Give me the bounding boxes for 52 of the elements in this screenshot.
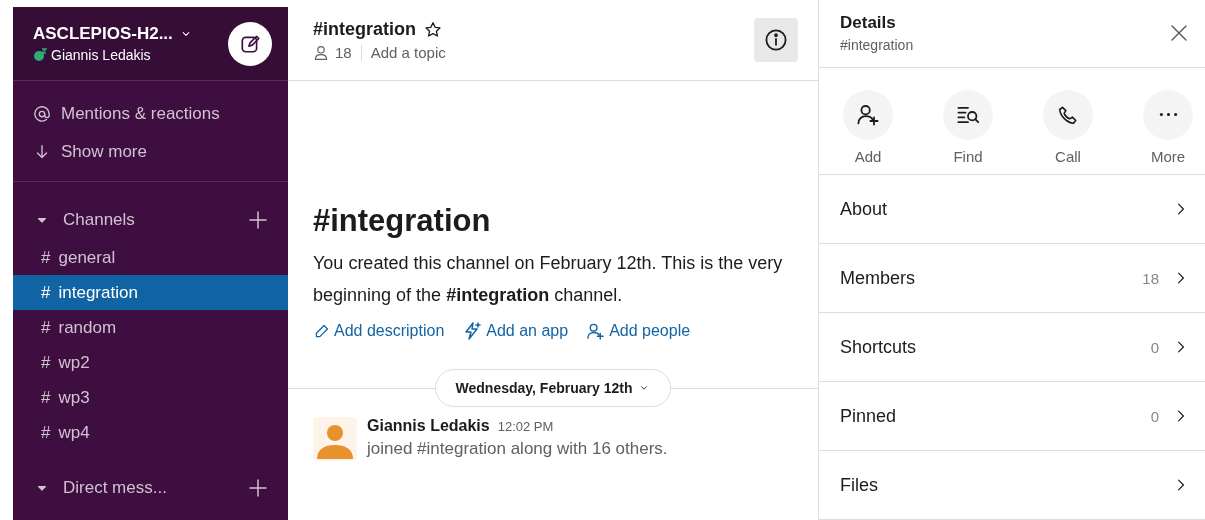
- more-icon: [1158, 112, 1178, 118]
- row-count: 0: [1150, 407, 1159, 425]
- details-channel: #integration: [840, 37, 914, 54]
- person-icon: [313, 44, 329, 61]
- channel-item[interactable]: # random: [13, 310, 288, 345]
- plus-icon: [248, 478, 268, 498]
- section-header[interactable]: Channels: [63, 210, 135, 230]
- topic-link[interactable]: Add a topic: [370, 44, 446, 61]
- details-row[interactable]: Files: [819, 451, 1205, 520]
- snooze-status-icon: [33, 48, 47, 62]
- close-button[interactable]: [1169, 23, 1189, 44]
- member-count[interactable]: 18: [335, 44, 352, 61]
- date-divider[interactable]: Wednesday, February 12th: [434, 369, 672, 407]
- avatar: [313, 417, 357, 461]
- person-add-icon: [856, 102, 880, 127]
- channel-item[interactable]: # wp4: [13, 415, 288, 450]
- details-row[interactable]: Shortcuts 0: [819, 313, 1205, 382]
- phone-icon: [1057, 103, 1079, 126]
- lightning-icon: [462, 321, 483, 341]
- details-title: Details: [840, 13, 897, 34]
- compose-icon: [239, 32, 261, 55]
- details-row[interactable]: Members 18: [819, 244, 1205, 313]
- nav-item[interactable]: Mentions & reactions: [61, 104, 220, 124]
- channel-item[interactable]: # wp2: [13, 345, 288, 380]
- user-name: Giannis Ledakis: [51, 47, 151, 63]
- intro-title: #integration: [313, 203, 492, 239]
- channel-item[interactable]: # wp3: [13, 380, 288, 415]
- close-icon: [1169, 23, 1189, 44]
- row-count: 0: [1150, 338, 1159, 356]
- details-row[interactable]: Pinned 0: [819, 382, 1205, 451]
- info-icon: [764, 28, 788, 52]
- channel-title: #integration: [313, 19, 416, 40]
- message-author[interactable]: Giannis Ledakis: [367, 417, 490, 435]
- nav-item[interactable]: Show more: [61, 142, 147, 162]
- at-icon: [33, 105, 51, 123]
- intro-link[interactable]: Add an app: [462, 321, 569, 341]
- compose-button[interactable]: [228, 21, 272, 66]
- intro-text: You created this channel on February 12th. This is the very beginning of the #integration channel.: [313, 252, 784, 307]
- workspace-name[interactable]: ASCLEPIOS-H2...: [33, 24, 173, 44]
- message-time: 12:02 PM: [497, 419, 554, 434]
- intro-link[interactable]: Add people: [586, 321, 691, 341]
- pencil-icon: [313, 322, 330, 340]
- details-row[interactable]: About: [819, 175, 1205, 244]
- row-count: 18: [1142, 269, 1159, 287]
- channel-item[interactable]: # general: [13, 240, 288, 275]
- intro-link[interactable]: Add description: [313, 321, 445, 341]
- section-header[interactable]: Direct mess...: [63, 478, 167, 498]
- channel-item[interactable]: # integration: [13, 275, 288, 310]
- message-text: joined #integration along with 16 others.: [367, 439, 668, 459]
- plus-icon: [248, 210, 268, 230]
- person-add-icon: [586, 321, 606, 341]
- info-button[interactable]: [754, 18, 798, 62]
